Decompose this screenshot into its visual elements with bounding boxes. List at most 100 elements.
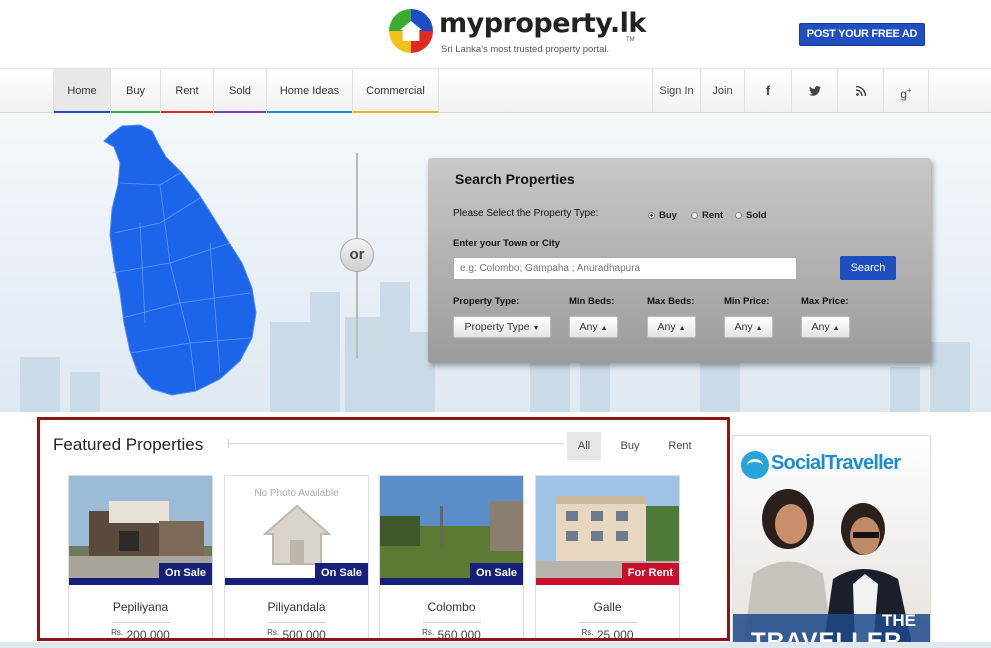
nav-label: Buy — [126, 85, 145, 97]
property-card[interactable]: On Sale Pepiliyana Rs. 200,000 — [68, 475, 213, 641]
card-divider — [423, 622, 481, 623]
max-price-select[interactable]: Any ▲ — [801, 316, 850, 338]
price-value: 25,000 — [596, 628, 634, 641]
property-location[interactable]: Pepiliyana — [69, 600, 212, 614]
logo-house-icon[interactable] — [389, 9, 433, 53]
property-price: Rs. 200,000 — [69, 628, 212, 641]
radio-label: Rent — [702, 210, 724, 221]
advertisement-banner[interactable]: SocialTraveller THE TRAVELLER — [732, 435, 931, 648]
ad-brand: SocialTraveller — [771, 452, 901, 474]
min-beds-select[interactable]: Any ▲ — [569, 316, 618, 338]
filter-label-property-type: Property Type: — [453, 296, 520, 307]
social-traveller-logo-icon — [741, 451, 769, 479]
property-location[interactable]: Galle — [536, 600, 679, 614]
featured-title: Featured Properties — [53, 435, 204, 454]
logo-text[interactable]: myproperty.lk — [439, 8, 646, 39]
main-nav: Home Buy Rent Sold Home Ideas Commercial… — [0, 68, 991, 113]
max-beds-select[interactable]: Any ▲ — [647, 316, 696, 338]
caret-down-icon: ▲ — [832, 325, 840, 332]
caret-down-icon: ▲ — [678, 325, 686, 332]
status-badge: On Sale — [470, 563, 523, 583]
nav-label: Sold — [228, 85, 252, 97]
card-divider — [579, 622, 637, 623]
select-value: Any — [579, 321, 598, 333]
radio-sold[interactable]: Sold — [735, 210, 767, 221]
rss-icon[interactable] — [837, 69, 883, 113]
currency-label: Rs. — [111, 628, 124, 637]
status-badge: On Sale — [315, 563, 368, 583]
no-photo-text: No Photo Available — [254, 488, 339, 499]
nav-item-rent[interactable]: Rent — [161, 69, 214, 113]
currency-label: Rs. — [422, 628, 435, 637]
title-divider — [228, 439, 563, 448]
caret-down-icon: ▼ — [532, 325, 540, 332]
logo-trademark: TM — [626, 37, 635, 43]
filter-label-max-beds: Max Beds: — [647, 296, 695, 307]
nav-item-home-ideas[interactable]: Home Ideas — [267, 69, 353, 113]
house-placeholder-icon — [263, 504, 331, 565]
town-input[interactable] — [453, 257, 797, 280]
price-value: 500,000 — [282, 628, 326, 641]
post-free-ad-button[interactable]: POST YOUR FREE AD — [799, 23, 925, 46]
select-value: Any — [811, 321, 830, 333]
card-divider — [112, 622, 170, 623]
search-title: Search Properties — [455, 171, 575, 187]
property-location[interactable]: Colombo — [380, 600, 523, 614]
property-card[interactable]: No Photo Available On Sale Piliyandala R… — [224, 475, 369, 641]
radio-label: Sold — [746, 210, 767, 221]
nav-item-buy[interactable]: Buy — [111, 69, 161, 113]
town-label: Enter your Town or City — [453, 238, 560, 249]
property-price: Rs. 25,000 — [536, 628, 679, 641]
filter-label-max-price: Max Price: — [801, 296, 849, 307]
property-card[interactable]: For Rent Galle Rs. 25,000 — [535, 475, 680, 641]
sri-lanka-map[interactable] — [100, 123, 260, 398]
nav-label: Home — [67, 85, 97, 97]
tab-buy[interactable]: Buy — [612, 432, 648, 460]
google-plus-icon[interactable]: g+ — [883, 69, 929, 113]
tab-all[interactable]: All — [567, 432, 601, 460]
currency-label: Rs. — [581, 628, 594, 637]
property-price: Rs. 500,000 — [225, 628, 368, 641]
select-value: Property Type — [464, 321, 530, 333]
featured-properties-section: Featured Properties All Buy Rent On Sale… — [37, 417, 730, 641]
property-type-prompt: Please Select the Property Type: — [453, 208, 599, 219]
caret-down-icon: ▲ — [600, 325, 608, 332]
radio-buy[interactable]: Buy — [648, 210, 677, 221]
nav-label: Home Ideas — [279, 85, 340, 97]
currency-label: Rs. — [267, 628, 280, 637]
select-value: Any — [734, 321, 753, 333]
property-location[interactable]: Piliyandala — [225, 600, 368, 614]
filter-label-min-price: Min Price: — [724, 296, 770, 307]
card-divider — [268, 622, 326, 623]
status-badge: On Sale — [159, 563, 212, 583]
radio-rent[interactable]: Rent — [691, 210, 723, 221]
logo-tagline: Sri Lanka's most trusted property portal… — [441, 44, 610, 55]
filter-label-min-beds: Min Beds: — [569, 296, 615, 307]
caret-down-icon: ▲ — [755, 325, 763, 332]
facebook-icon[interactable]: f — [744, 69, 791, 113]
property-type-select[interactable]: Property Type ▼ — [453, 316, 551, 338]
price-value: 200,000 — [126, 628, 170, 641]
nav-label: Commercial — [366, 85, 425, 97]
hero-section: or Search Properties Please Select the P… — [0, 113, 991, 412]
property-price: Rs. 560,000 — [380, 628, 523, 641]
nav-item-commercial[interactable]: Commercial — [353, 69, 439, 113]
select-value: Any — [657, 321, 676, 333]
search-button[interactable]: Search — [840, 256, 896, 280]
nav-item-sold[interactable]: Sold — [214, 69, 267, 113]
min-price-select[interactable]: Any ▲ — [724, 316, 773, 338]
status-badge: For Rent — [621, 563, 679, 583]
radio-label: Buy — [659, 210, 677, 221]
site-header: myproperty.lk TM Sri Lanka's most truste… — [0, 0, 991, 68]
tab-rent[interactable]: Rent — [660, 432, 700, 460]
or-badge: or — [340, 238, 374, 272]
nav-label: Rent — [175, 85, 199, 97]
join-link[interactable]: Join — [700, 69, 744, 113]
search-panel: Search Properties Please Select the Prop… — [428, 158, 931, 363]
page-bottom-strip — [0, 642, 991, 648]
price-value: 560,000 — [437, 628, 481, 641]
sign-in-link[interactable]: Sign In — [652, 69, 700, 113]
property-card[interactable]: On Sale Colombo Rs. 560,000 — [379, 475, 524, 641]
twitter-icon[interactable] — [791, 69, 837, 113]
nav-item-home[interactable]: Home — [53, 69, 111, 113]
